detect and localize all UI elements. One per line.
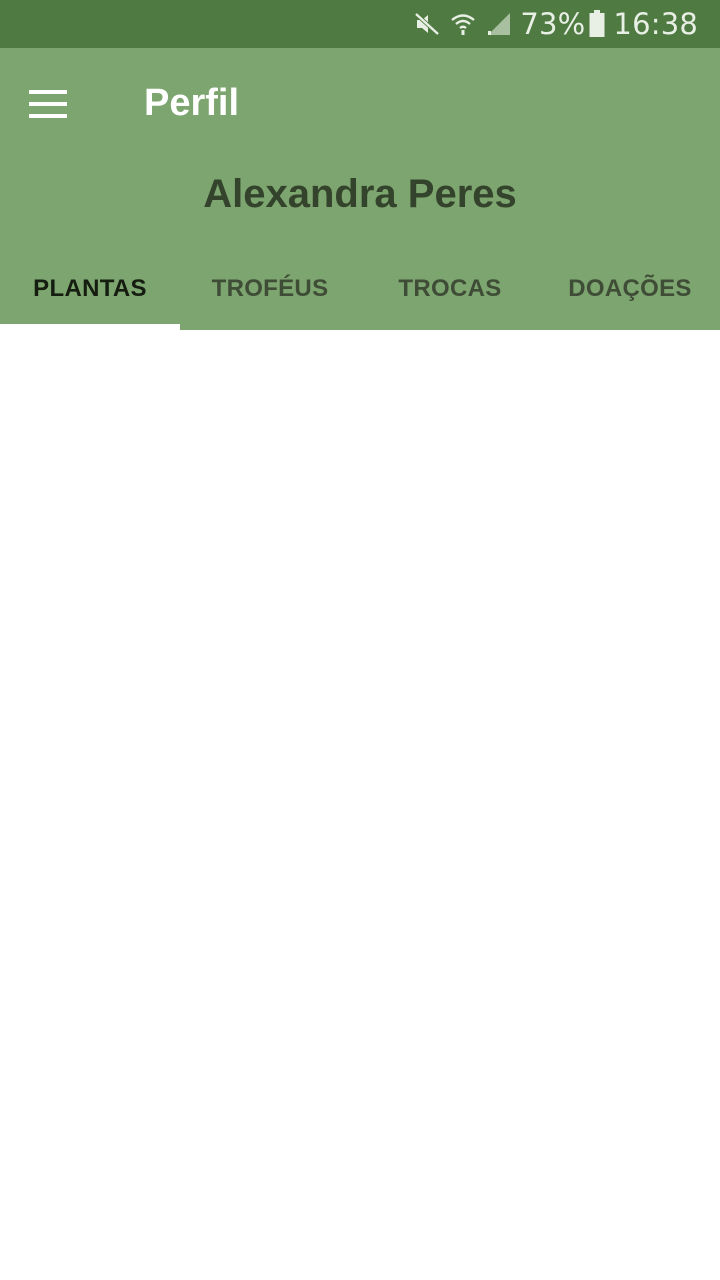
status-bar: 73% 16:38 [0, 0, 720, 48]
battery-icon [589, 10, 605, 38]
tab-doacoes[interactable]: DOAÇÕES [540, 248, 720, 330]
clock-time: 16:38 [613, 7, 698, 41]
tab-label: TROCAS [398, 275, 502, 302]
signal-icon [486, 11, 512, 37]
battery-percent: 73% [520, 7, 586, 41]
wifi-icon [450, 11, 476, 37]
hamburger-menu-icon[interactable] [18, 78, 78, 130]
tab-label: DOAÇÕES [568, 275, 692, 302]
app-bar: Perfil Alexandra Peres PLANTAS TROFÉUS T… [0, 48, 720, 330]
tab-label: PLANTAS [33, 275, 147, 302]
profile-name: Alexandra Peres [203, 172, 517, 216]
page-title: Perfil [144, 82, 240, 124]
profile-screen: 73% 16:38 Perfil Alexandra Peres PLANTAS… [0, 0, 720, 1280]
tab-bar: PLANTAS TROFÉUS TROCAS DOAÇÕES [0, 248, 720, 330]
tab-trocas[interactable]: TROCAS [360, 248, 540, 330]
tab-label: TROFÉUS [211, 275, 329, 302]
tab-trofeus[interactable]: TROFÉUS [180, 248, 360, 330]
tab-content-area [0, 330, 720, 1280]
mute-icon [414, 11, 440, 37]
tab-plantas[interactable]: PLANTAS [0, 248, 180, 330]
